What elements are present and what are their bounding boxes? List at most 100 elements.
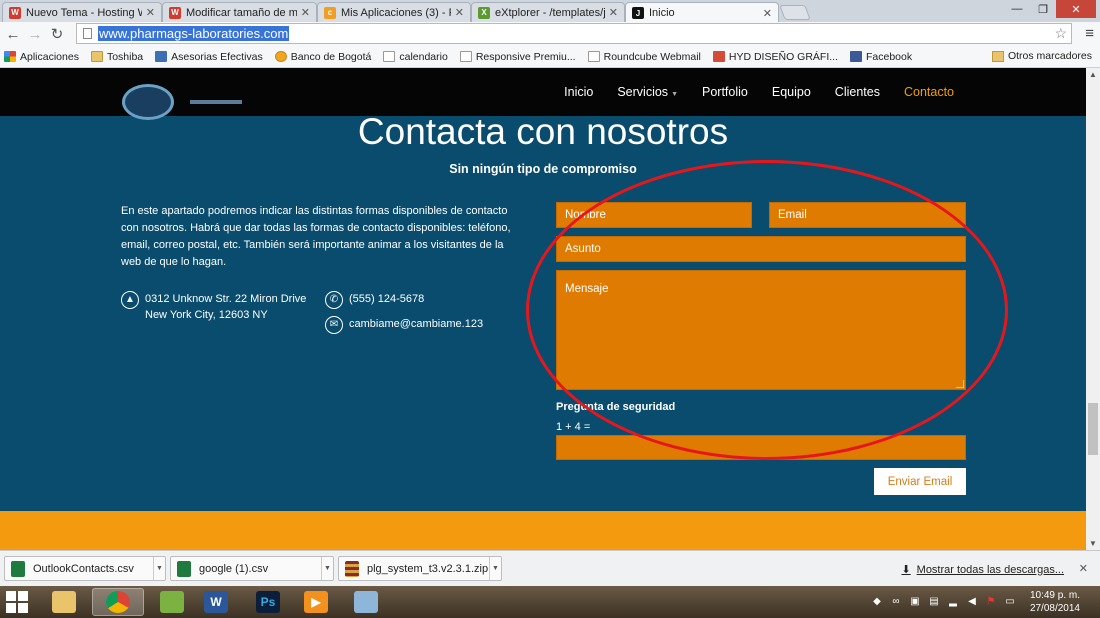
download-menu-icon[interactable]: ▼ bbox=[321, 557, 333, 580]
csv-icon bbox=[177, 560, 191, 577]
reload-icon[interactable]: ↻ bbox=[46, 23, 68, 45]
phone-number: (555) 124-5678 bbox=[349, 293, 425, 305]
bookmark-calendario[interactable]: calendario bbox=[383, 51, 448, 63]
volume-icon[interactable]: ◀ bbox=[965, 594, 979, 608]
nav-clientes[interactable]: Clientes bbox=[835, 85, 880, 99]
bookmark-asesorias[interactable]: Asesorias Efectivas bbox=[155, 51, 263, 63]
zip-icon bbox=[345, 560, 359, 577]
close-tab-icon[interactable]: ✕ bbox=[455, 6, 464, 19]
bookmark-label: HYD DISEÑO GRÁFI... bbox=[728, 50, 838, 63]
download-menu-icon[interactable]: ▼ bbox=[153, 557, 165, 580]
chrome-icon bbox=[106, 591, 130, 613]
close-tab-icon[interactable]: ✕ bbox=[763, 7, 772, 20]
scroll-down-icon[interactable]: ▼ bbox=[1089, 539, 1097, 548]
media-app[interactable]: ▶ bbox=[290, 588, 342, 616]
intro-text: En este apartado podremos indicar las di… bbox=[121, 205, 511, 268]
close-window-icon[interactable]: ✕ bbox=[1056, 0, 1096, 18]
bookmark-label: Responsive Premiu... bbox=[475, 50, 576, 63]
hosting-icon: W bbox=[169, 6, 181, 19]
download-filename: OutlookContacts.csv bbox=[33, 562, 134, 575]
flag-icon[interactable]: ⚑ bbox=[984, 594, 998, 608]
tray-app-icon[interactable]: ◆ bbox=[870, 594, 884, 608]
cpanel-icon: c bbox=[324, 6, 336, 19]
show-all-label: Mostrar todas las descargas... bbox=[916, 563, 1064, 576]
joomla-icon: X bbox=[478, 6, 490, 19]
email-address[interactable]: cambiame@cambiame.123 bbox=[349, 316, 483, 334]
signal-icon[interactable]: ▂ bbox=[946, 594, 960, 608]
taskbar-clock[interactable]: 10:49 p. m. 27/08/2014 bbox=[1030, 589, 1080, 615]
address-bar[interactable]: www.pharmags-laboratories.com ☆ bbox=[76, 23, 1072, 44]
location-icon: ▲ bbox=[121, 291, 139, 309]
page-scrollbar[interactable]: ▲ ▼ bbox=[1086, 68, 1100, 550]
bookmark-star-icon[interactable]: ☆ bbox=[1054, 25, 1067, 42]
nav-servicios[interactable]: Servicios ▼ bbox=[617, 85, 678, 99]
bookmark-banco[interactable]: Banco de Bogotá bbox=[274, 50, 372, 63]
tab-title: Inicio bbox=[649, 7, 675, 19]
bookmark-responsive[interactable]: Responsive Premiu... bbox=[459, 50, 576, 63]
paint-icon bbox=[354, 591, 378, 613]
notification-icon[interactable]: ▭ bbox=[1003, 594, 1017, 608]
red-annotation-ellipse bbox=[526, 160, 1008, 460]
back-icon[interactable]: ← bbox=[2, 23, 24, 45]
clock-time: 10:49 p. m. bbox=[1029, 590, 1080, 601]
bookmark-label: Banco de Bogotá bbox=[290, 50, 372, 63]
download-item[interactable]: google (1).csv ▼ bbox=[170, 556, 334, 581]
tab-title: eXtplorer - /templates/ja_ bbox=[495, 6, 605, 19]
nav-equipo[interactable]: Equipo bbox=[772, 85, 811, 99]
download-item[interactable]: plg_system_t3.v2.3.1.zip ▼ bbox=[338, 556, 502, 581]
show-all-downloads-link[interactable]: ⬇ Mostrar todas las descargas... bbox=[901, 563, 1064, 577]
bookmark-roundcube[interactable]: Roundcube Webmail bbox=[587, 51, 701, 63]
bookmark-label: Aplicaciones bbox=[20, 50, 79, 63]
chrome-menu-icon[interactable]: ≡ bbox=[1085, 25, 1094, 42]
chrome-app[interactable] bbox=[92, 588, 144, 616]
file-explorer-app[interactable] bbox=[38, 588, 90, 616]
close-tab-icon[interactable]: ✕ bbox=[301, 6, 310, 19]
close-tab-icon[interactable]: ✕ bbox=[609, 6, 618, 19]
new-tab-button[interactable] bbox=[779, 5, 811, 20]
photoshop-app[interactable]: Ps bbox=[242, 588, 294, 616]
bookmark-toshiba[interactable]: Toshiba bbox=[90, 50, 144, 63]
bookmark-label: Asesorias Efectivas bbox=[171, 50, 263, 63]
download-icon: ⬇ bbox=[901, 564, 911, 576]
bookmark-aplicaciones[interactable]: Aplicaciones bbox=[4, 51, 79, 63]
other-bookmarks[interactable]: Otros marcadores bbox=[991, 50, 1092, 62]
tray-link-icon[interactable]: ∞ bbox=[889, 594, 903, 608]
nav-inicio[interactable]: Inicio bbox=[564, 85, 593, 99]
start-icon[interactable] bbox=[6, 591, 30, 613]
app-icon bbox=[160, 591, 184, 613]
caret-down-icon: ▼ bbox=[671, 91, 678, 98]
download-item[interactable]: OutlookContacts.csv ▼ bbox=[4, 556, 166, 581]
tab-5-active[interactable]: J Inicio ✕ bbox=[625, 2, 779, 23]
restore-icon[interactable]: ❐ bbox=[1030, 0, 1056, 18]
footer-band bbox=[0, 511, 1086, 550]
download-menu-icon[interactable]: ▼ bbox=[489, 557, 501, 580]
tab-2[interactable]: W Modificar tamaño de móc ✕ bbox=[162, 2, 317, 22]
site-icon bbox=[155, 51, 168, 62]
nav-portfolio[interactable]: Portfolio bbox=[702, 85, 748, 99]
close-tab-icon[interactable]: ✕ bbox=[146, 6, 155, 19]
web-page: Inicio Servicios ▼ Portfolio Equipo Clien… bbox=[0, 68, 1086, 550]
forward-icon[interactable]: → bbox=[24, 23, 46, 45]
downloads-bar: OutlookContacts.csv ▼ google (1).csv ▼ p… bbox=[0, 550, 1100, 586]
bookmark-label: Toshiba bbox=[106, 50, 144, 63]
close-downloads-icon[interactable]: ✕ bbox=[1079, 562, 1088, 575]
csv-icon bbox=[11, 560, 25, 577]
nav-contacto[interactable]: Contacto bbox=[904, 85, 954, 99]
tab-1[interactable]: W Nuevo Tema - Hosting W ✕ bbox=[2, 2, 162, 22]
scroll-up-icon[interactable]: ▲ bbox=[1089, 70, 1097, 79]
word-app[interactable]: W bbox=[190, 588, 242, 616]
minimize-icon[interactable]: — bbox=[1004, 0, 1030, 18]
page-icon bbox=[83, 28, 92, 39]
paint-app[interactable] bbox=[340, 588, 392, 616]
tab-4[interactable]: X eXtplorer - /templates/ja_ ✕ bbox=[471, 2, 625, 22]
bookmark-facebook[interactable]: Facebook bbox=[850, 51, 912, 63]
media-icon: ▶ bbox=[304, 591, 328, 613]
bank-icon bbox=[274, 51, 287, 62]
bookmark-hyd[interactable]: HYD DISEÑO GRÁFI... bbox=[712, 50, 838, 63]
tray-device-icon[interactable]: ▤ bbox=[927, 594, 941, 608]
send-email-button[interactable]: Enviar Email bbox=[874, 468, 966, 495]
scroll-thumb[interactable] bbox=[1088, 403, 1098, 455]
tab-3[interactable]: c Mis Aplicaciones (3) - Pac ✕ bbox=[317, 2, 471, 22]
tray-monitor-icon[interactable]: ▣ bbox=[908, 594, 922, 608]
url-text[interactable]: www.pharmags-laboratories.com bbox=[98, 26, 290, 41]
